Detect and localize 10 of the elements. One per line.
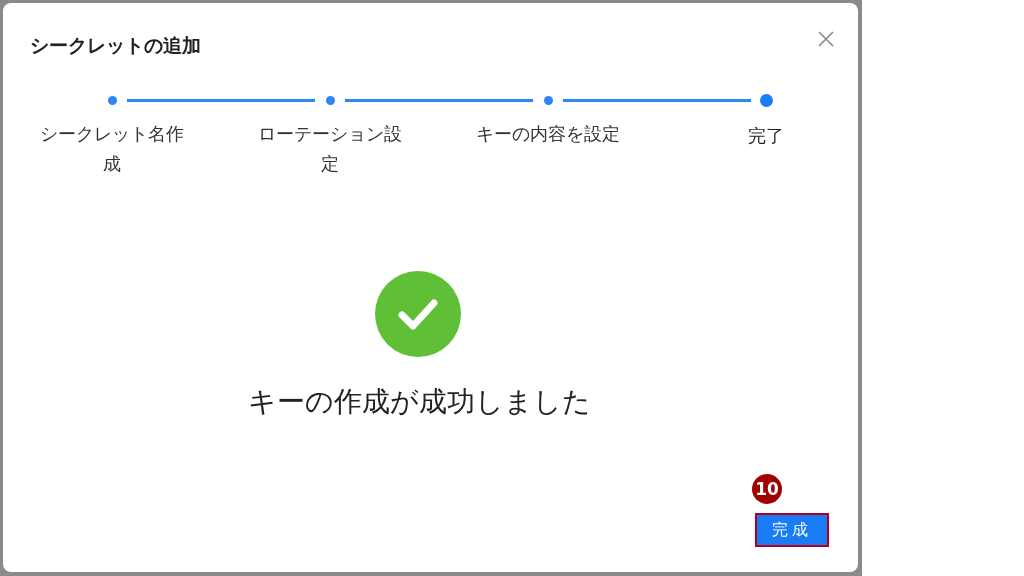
success-message: キーの作成が成功しました <box>248 384 591 420</box>
annotation-badge: 10 <box>752 474 782 504</box>
finish-button[interactable]: 完成 <box>755 513 829 547</box>
step-label: 完了 <box>747 124 785 148</box>
step-label: シークレット名作成 <box>39 122 185 176</box>
check-icon <box>374 271 461 357</box>
close-icon <box>818 31 834 47</box>
dialog-title: シークレットの追加 <box>30 33 201 58</box>
step-label: キーの内容を設定 <box>475 122 621 146</box>
step-label: ローテーション設定 <box>257 122 403 176</box>
